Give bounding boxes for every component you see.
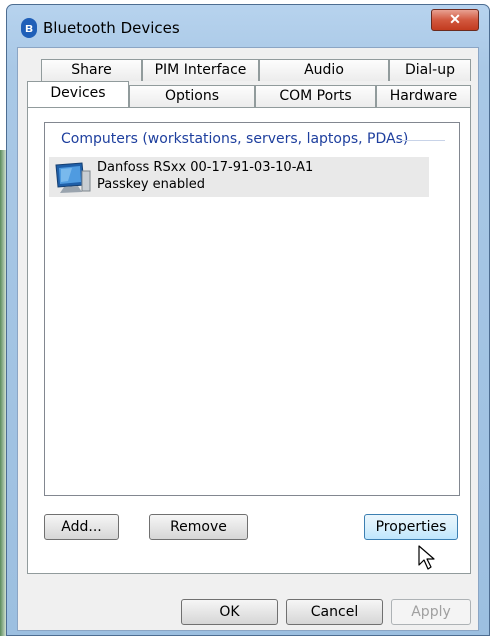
window-title: Bluetooth Devices — [43, 19, 180, 37]
tab-dial-up[interactable]: Dial-up — [389, 59, 471, 81]
close-button[interactable]: ✕ — [431, 9, 479, 31]
bluetooth-icon: ʙ — [21, 18, 37, 38]
add-button[interactable]: Add... — [44, 514, 119, 540]
tab-audio[interactable]: Audio — [259, 59, 389, 81]
group-header-computers: Computers (workstations, servers, laptop… — [61, 131, 409, 147]
tab-hardware[interactable]: Hardware — [376, 85, 471, 107]
devices-list[interactable]: Computers (workstations, servers, laptop… — [44, 122, 460, 496]
dialog-client-area: Share PIM Interface Audio Dial-up Device… — [17, 47, 479, 631]
remove-button[interactable]: Remove — [149, 514, 248, 540]
apply-button[interactable]: Apply — [391, 599, 471, 625]
computer-monitor-icon — [55, 162, 91, 193]
cancel-button[interactable]: Cancel — [286, 599, 383, 625]
tab-com-ports[interactable]: COM Ports — [255, 85, 376, 107]
tab-pim-interface[interactable]: PIM Interface — [142, 59, 259, 81]
title-bar[interactable]: ʙ Bluetooth Devices ✕ — [7, 5, 489, 47]
tab-control: Share PIM Interface Audio Dial-up Device… — [27, 59, 471, 574]
devices-tab-page: Computers (workstations, servers, laptop… — [27, 107, 471, 574]
device-name: Danfoss RSxx 00-17-91-03-10-A1 — [97, 160, 314, 175]
ok-button[interactable]: OK — [181, 599, 278, 625]
mouse-pointer-icon — [418, 545, 435, 570]
bluetooth-devices-window: ʙ Bluetooth Devices ✕ Share PIM Interfac… — [6, 4, 490, 636]
tab-share[interactable]: Share — [41, 59, 142, 81]
device-list-item[interactable]: Danfoss RSxx 00-17-91-03-10-A1 Passkey e… — [49, 157, 429, 197]
tab-devices[interactable]: Devices — [27, 81, 129, 107]
group-header-divider — [400, 140, 445, 141]
tab-options[interactable]: Options — [129, 85, 255, 107]
properties-button[interactable]: Properties — [364, 514, 458, 540]
device-status: Passkey enabled — [97, 177, 205, 192]
